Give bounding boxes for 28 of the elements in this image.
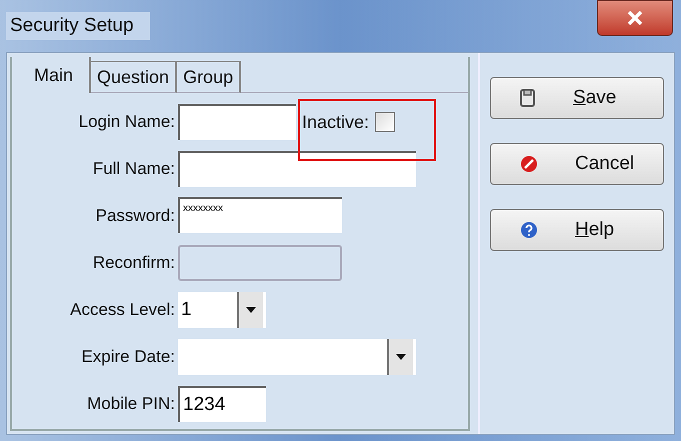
field-label: Expire Date:	[80, 346, 176, 368]
field-label: Password:	[94, 205, 176, 228]
input-field[interactable]: xxxxxxxx	[178, 197, 342, 233]
dialog-button[interactable]: Help	[490, 209, 664, 251]
dropdown-field[interactable]	[178, 339, 416, 375]
inactive-label: Inactive:	[302, 110, 370, 134]
input-field[interactable]: 1234	[178, 386, 266, 422]
input-field[interactable]	[178, 104, 296, 140]
input-field[interactable]	[178, 151, 416, 187]
caret-icon	[396, 354, 406, 360]
field-label: Login Name:	[78, 111, 176, 134]
question-mark-icon	[519, 220, 539, 240]
dialog-button[interactable]: Cancel	[490, 143, 664, 185]
tab[interactable]: Group	[177, 61, 242, 93]
dropdown-button[interactable]	[237, 292, 263, 328]
field-label: Reconfirm:	[92, 252, 176, 274]
caret-icon	[246, 307, 256, 313]
dropdown-button[interactable]	[387, 339, 413, 375]
dropdown-field[interactable]: 1	[178, 292, 266, 328]
tab[interactable]: Question	[91, 61, 178, 93]
no-entry-icon	[519, 154, 539, 174]
dialog-button[interactable]: Save	[490, 77, 664, 119]
close-button[interactable]	[597, 0, 673, 36]
window-title: Security Setup	[6, 12, 150, 40]
field-label: Full Name:	[92, 158, 176, 180]
field-label: Access Level:	[69, 299, 176, 322]
close-icon	[626, 11, 644, 25]
field-label: Mobile PIN:	[86, 393, 176, 416]
